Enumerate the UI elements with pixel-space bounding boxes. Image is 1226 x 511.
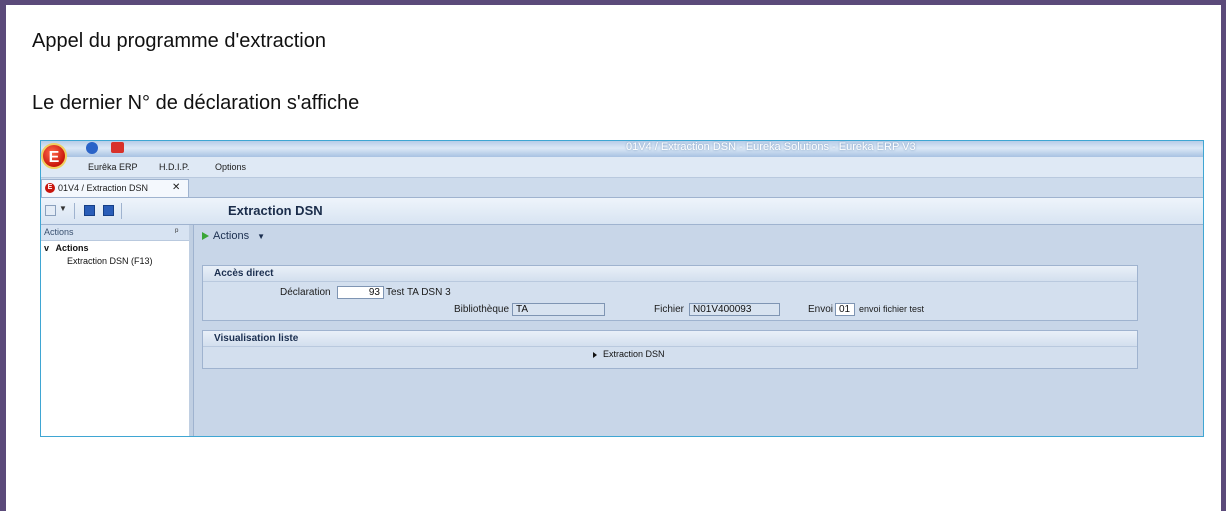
previous-record-icon[interactable] <box>103 205 114 216</box>
copy-icon[interactable] <box>45 205 56 216</box>
caption-line-1: Appel du programme d'extraction <box>32 30 326 52</box>
app-window: 01V4 / Extraction DSN - Eureka Solutions… <box>40 140 1204 437</box>
toolbar-separator <box>74 203 75 219</box>
first-record-icon[interactable] <box>84 205 95 216</box>
fichier-label: Fichier <box>654 304 685 315</box>
actions-panel: Actions ᵖ v Actions Extraction DSN (F13) <box>41 225 190 436</box>
declaration-description: Test TA DSN 3 <box>386 287 451 298</box>
actions-panel-header: Actions ᵖ <box>41 225 189 241</box>
actions-group[interactable]: v Actions <box>44 243 89 253</box>
actions-menu-label: Actions <box>213 230 250 242</box>
menu-bar: Eurêka ERP H.D.I.P. Options <box>41 157 1203 178</box>
bibliotheque-label: Bibliothèque <box>454 304 510 315</box>
acces-direct-title: Accès direct <box>203 266 1137 282</box>
acces-direct-group: Accès direct Déclaration 93 Test TA DSN … <box>202 265 1138 321</box>
envoi-description: envoi fichier test <box>859 304 925 314</box>
document-tab-bar: E 01V4 / Extraction DSN ✕ <box>41 178 1203 198</box>
pin-icon[interactable]: ᵖ <box>175 226 178 236</box>
expand-arrow-icon <box>593 351 597 358</box>
envoi-input[interactable]: 01 <box>835 303 855 316</box>
declaration-input[interactable]: 93 <box>337 286 384 299</box>
chevron-down-icon: v <box>44 243 50 253</box>
help-icon[interactable] <box>86 142 98 154</box>
menu-hdip[interactable]: H.D.I.P. <box>159 162 189 172</box>
play-icon <box>202 232 209 241</box>
tab-close-icon[interactable]: ✕ <box>172 182 180 193</box>
actions-panel-title: Actions <box>44 227 74 237</box>
window-title: 01V4 / Extraction DSN - Eureka Solutions… <box>626 141 916 153</box>
action-extraction-dsn[interactable]: Extraction DSN (F13) <box>67 256 153 266</box>
fichier-field: N01V400093 <box>689 303 780 316</box>
tree-item-label: Extraction DSN <box>603 349 665 359</box>
app-logo-icon[interactable]: E <box>41 143 67 169</box>
caption-line-2: Le dernier N° de déclaration s'affiche <box>32 92 360 114</box>
page-title: Extraction DSN <box>228 203 323 218</box>
copy-dropdown-icon[interactable]: ▼ <box>59 204 67 213</box>
declaration-label: Déclaration <box>280 287 331 298</box>
tab-extraction-dsn[interactable]: E 01V4 / Extraction DSN ✕ <box>41 179 189 197</box>
visualisation-liste-group: Visualisation liste Extraction DSN <box>202 330 1138 369</box>
eureka-icon: E <box>45 183 55 193</box>
main-content: Actions ▼ Accès direct Déclaration 93 Tes… <box>194 225 1203 436</box>
menu-options[interactable]: Options <box>215 162 246 172</box>
actions-menu-button[interactable]: Actions ▼ <box>202 230 265 242</box>
visualisation-liste-title: Visualisation liste <box>203 331 1137 347</box>
toolbar-separator <box>121 203 122 219</box>
tree-item-extraction-dsn[interactable]: Extraction DSN <box>593 349 665 359</box>
chevron-down-icon: ▼ <box>257 232 265 241</box>
bibliotheque-field: TA <box>512 303 605 316</box>
toolbar: ▼ Extraction DSN <box>41 198 1203 225</box>
title-bar: 01V4 / Extraction DSN - Eureka Solutions… <box>41 141 1203 157</box>
tab-label: 01V4 / Extraction DSN <box>58 183 149 193</box>
actions-group-label: Actions <box>55 243 89 253</box>
menu-eureka-erp[interactable]: Eurêka ERP <box>88 162 138 172</box>
close-icon[interactable] <box>111 142 124 153</box>
envoi-label: Envoi <box>808 304 834 315</box>
